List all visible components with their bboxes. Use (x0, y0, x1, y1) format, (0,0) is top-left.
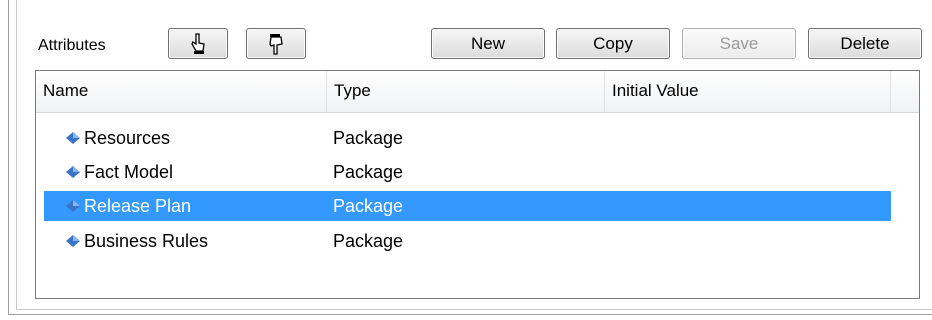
column-header-initial-value[interactable]: Initial Value (605, 71, 891, 112)
table-row-selected[interactable]: Release Plan Package (44, 191, 891, 221)
package-icon (66, 235, 80, 247)
package-icon (66, 132, 80, 144)
hand-pointing-down-icon (269, 33, 283, 55)
row-name: Release Plan (84, 196, 192, 216)
grid-header: Name Type Initial Value (36, 71, 919, 113)
row-name: Fact Model (84, 162, 174, 182)
row-name: Resources (84, 128, 171, 148)
copy-button[interactable]: Copy (556, 28, 670, 59)
table-row[interactable]: Resources Package (44, 123, 891, 153)
table-row[interactable]: Business Rules Package (44, 226, 891, 256)
row-type: Package (333, 196, 404, 216)
package-icon (66, 200, 80, 212)
column-header-type[interactable]: Type (327, 71, 605, 112)
row-name: Business Rules (84, 231, 209, 251)
attributes-title: Attributes (38, 37, 106, 54)
row-type: Package (333, 128, 404, 148)
package-icon (66, 166, 80, 178)
row-type: Package (333, 162, 404, 182)
save-button[interactable]: Save (682, 28, 796, 59)
row-type: Package (333, 231, 404, 251)
new-button[interactable]: New (431, 28, 545, 59)
move-down-button[interactable] (246, 28, 306, 59)
hand-pointing-up-icon (191, 32, 205, 54)
attributes-grid[interactable]: Name Type Initial Value Resources Packag… (35, 70, 920, 299)
column-header-name[interactable]: Name (36, 71, 327, 112)
move-up-button[interactable] (168, 28, 228, 59)
table-row[interactable]: Fact Model Package (44, 157, 891, 187)
delete-button[interactable]: Delete (808, 28, 922, 59)
